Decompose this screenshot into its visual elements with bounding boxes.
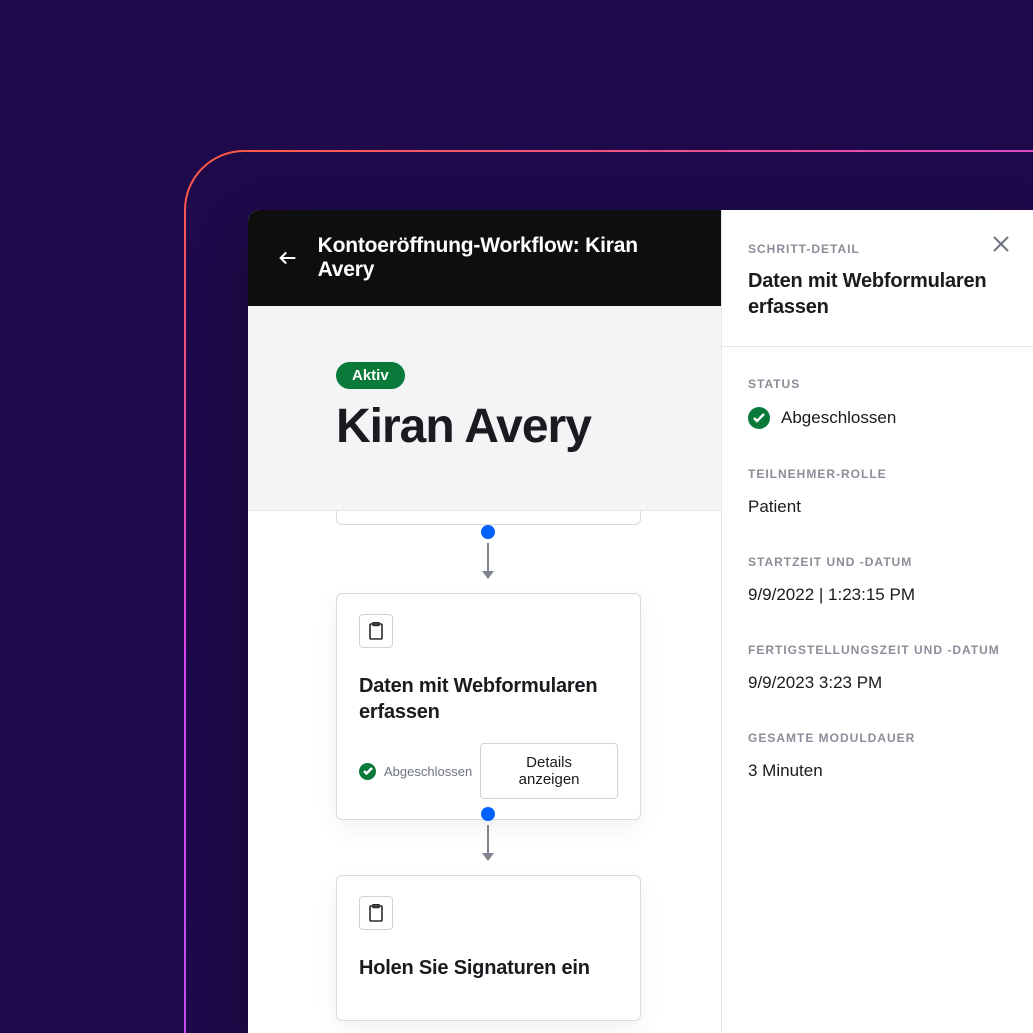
- app-window: Kontoeröffnung-Workflow: Kiran Avery Akt…: [248, 210, 1033, 1033]
- detail-panel: SCHRITT-DETAIL Daten mit Webformularen e…: [721, 210, 1033, 1033]
- start-label: STARTZEIT UND -DATUM: [748, 555, 1007, 569]
- close-button[interactable]: [989, 232, 1013, 256]
- clipboard-icon: [368, 622, 384, 640]
- person-name: Kiran Avery: [336, 399, 633, 454]
- status-value-row: Abgeschlossen: [748, 407, 1007, 429]
- workflow-canvas: Daten mit Webformularen erfassen Abgesch…: [248, 511, 721, 1033]
- connector-line: [487, 825, 489, 855]
- arrow-left-icon: [277, 247, 299, 269]
- workflow-step-card[interactable]: Daten mit Webformularen erfassen Abgesch…: [336, 593, 641, 820]
- end-value: 9/9/2023 3:23 PM: [748, 673, 1007, 693]
- detail-title: Daten mit Webformularen erfassen: [748, 268, 1007, 320]
- arrow-down-icon: [482, 571, 494, 579]
- check-circle-icon: [748, 407, 770, 429]
- detail-duration-section: GESAMTE MODULDAUER 3 Minuten: [722, 701, 1033, 789]
- view-details-button[interactable]: Details anzeigen: [480, 743, 618, 799]
- detail-start-section: STARTZEIT UND -DATUM 9/9/2022 | 1:23:15 …: [722, 525, 1033, 613]
- status-label: STATUS: [748, 377, 1007, 391]
- subheader: Aktiv Kiran Avery: [248, 306, 721, 511]
- clipboard-icon-box: [359, 614, 393, 648]
- step-card-title: Daten mit Webformularen erfassen: [359, 674, 618, 725]
- workflow-card-partial: [336, 511, 641, 525]
- detail-status-section: STATUS Abgeschlossen: [722, 347, 1033, 437]
- step-card-title: Holen Sie Signaturen ein: [359, 956, 618, 982]
- main-column: Kontoeröffnung-Workflow: Kiran Avery Akt…: [248, 210, 721, 1033]
- status-badge: Aktiv: [336, 362, 405, 389]
- detail-end-section: FERTIGSTELLUNGSZEIT UND -DATUM 9/9/2023 …: [722, 613, 1033, 701]
- step-status-text: Abgeschlossen: [384, 764, 472, 779]
- workflow-connector: [481, 807, 495, 861]
- start-value: 9/9/2022 | 1:23:15 PM: [748, 585, 1007, 605]
- detail-header: SCHRITT-DETAIL Daten mit Webformularen e…: [722, 210, 1033, 347]
- duration-label: GESAMTE MODULDAUER: [748, 731, 1007, 745]
- clipboard-icon: [368, 904, 384, 922]
- end-label: FERTIGSTELLUNGSZEIT UND -DATUM: [748, 643, 1007, 657]
- detail-role-section: TEILNEHMER-ROLLE Patient: [722, 437, 1033, 525]
- role-label: TEILNEHMER-ROLLE: [748, 467, 1007, 481]
- connector-line: [487, 543, 489, 573]
- connector-dot-icon: [481, 807, 495, 821]
- detail-header-label: SCHRITT-DETAIL: [748, 242, 1007, 256]
- header-bar: Kontoeröffnung-Workflow: Kiran Avery: [248, 210, 721, 306]
- check-circle-icon: [359, 763, 376, 780]
- workflow-connector: [481, 525, 495, 579]
- arrow-down-icon: [482, 853, 494, 861]
- status-value: Abgeschlossen: [781, 408, 896, 428]
- close-icon: [992, 235, 1010, 253]
- clipboard-icon-box: [359, 896, 393, 930]
- role-value: Patient: [748, 497, 1007, 517]
- back-button[interactable]: [276, 246, 300, 270]
- step-card-footer: Abgeschlossen Details anzeigen: [359, 743, 618, 799]
- connector-dot-icon: [481, 525, 495, 539]
- duration-value: 3 Minuten: [748, 761, 1007, 781]
- workflow-step-card[interactable]: Holen Sie Signaturen ein: [336, 875, 641, 1021]
- header-title: Kontoeröffnung-Workflow: Kiran Avery: [318, 234, 693, 282]
